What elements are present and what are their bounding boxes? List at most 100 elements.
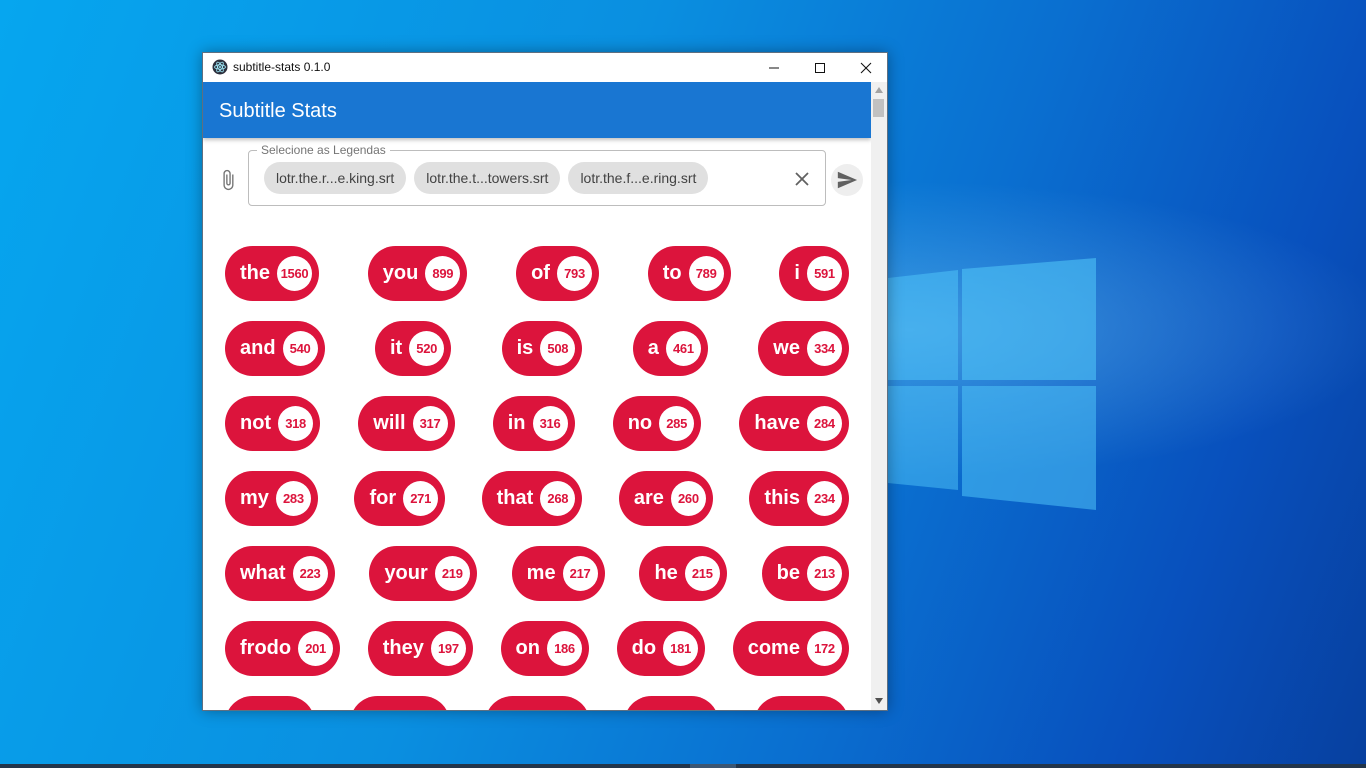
word-label: are [633,487,664,509]
word-count-badge: 285 [659,406,695,441]
word-chip[interactable]: he 215 [639,546,727,601]
word-label: have [754,412,800,434]
title-bar[interactable]: subtitle-stats 0.1.0 [203,53,887,82]
word-label: not [240,412,272,434]
word-chip[interactable]: on 186 [500,621,589,676]
word-chip[interactable]: are 260 [618,471,713,526]
app-window: subtitle-stats 0.1.0 Subtitle Stats Sele… [202,52,888,711]
file-chip[interactable]: lotr.the.t...towers.srt [414,162,561,194]
word-label: in [507,412,526,434]
word-count-badge: 271 [403,481,439,516]
word-count-badge: 284 [806,406,842,441]
word-chip[interactable]: i 591 [779,246,849,301]
word-chip-partial[interactable] [349,696,450,710]
minimize-button[interactable] [751,53,797,82]
word-label: this [764,487,800,509]
minimize-icon [769,67,779,68]
word-chip[interactable]: come 172 [732,621,849,676]
word-chip[interactable]: do 181 [616,621,706,676]
word-count-badge: 223 [292,556,328,591]
word-chip[interactable]: a 461 [632,321,708,376]
scroll-thumb[interactable] [873,99,884,117]
word-chip[interactable]: is 508 [501,321,583,376]
word-chip[interactable]: that 268 [481,471,583,526]
word-label: no [627,412,653,434]
taskbar [0,764,1366,768]
word-chip[interactable]: me 217 [511,546,605,601]
maximize-icon [815,62,825,73]
word-count-badge: 197 [430,631,466,666]
close-icon [860,62,872,73]
word-count-badge: 215 [684,556,720,591]
word-chip[interactable]: for 271 [354,471,446,526]
word-chip-partial[interactable] [484,696,590,710]
electron-icon [212,59,228,75]
clear-files-button[interactable] [791,168,813,190]
subtitle-file-input[interactable]: Selecione as Legendas lotr.the.r...e.kin… [248,143,826,206]
word-label: me [526,562,556,584]
word-count-badge: 1560 [277,256,312,291]
paperclip-icon[interactable] [217,168,239,192]
file-chip[interactable]: lotr.the.r...e.king.srt [264,162,407,194]
word-label: it [389,337,403,359]
file-input-label: Selecione as Legendas [257,143,390,157]
maximize-button[interactable] [797,53,843,82]
word-label: he [654,562,678,584]
word-chip[interactable]: and 540 [225,321,325,376]
file-chip-list: lotr.the.r...e.king.srt lotr.the.t...tow… [264,162,709,194]
word-chip[interactable]: your 219 [369,546,477,601]
word-chip[interactable]: this 234 [749,471,849,526]
word-row: not 318 will 317 in 316 no 285 have 284 [225,396,849,451]
word-chip[interactable]: will 317 [358,396,455,451]
word-count-badge: 283 [275,481,311,516]
word-label: come [747,637,800,659]
scroll-up-button[interactable] [871,84,887,96]
word-count-badge: 508 [540,331,576,366]
word-chip[interactable]: my 283 [225,471,318,526]
word-row: my 283 for 271 that 268 are 260 this 234 [225,471,849,526]
word-chip[interactable]: be 213 [761,546,849,601]
word-label: on [515,637,540,659]
word-chip[interactable]: no 285 [612,396,702,451]
word-row: frodo 201 they 197 on 186 do 181 come 172 [225,621,849,676]
word-count-badge: 201 [298,631,334,666]
word-chip[interactable]: it 520 [374,321,452,376]
word-count-badge: 520 [409,331,445,366]
app-bar: Subtitle Stats [203,82,871,138]
word-count-badge: 793 [556,256,592,291]
taskbar-item[interactable] [690,764,736,768]
word-row: and 540 it 520 is 508 a 461 we 334 [225,321,849,376]
word-label: of [531,262,550,284]
word-chip-partial[interactable] [225,696,315,710]
word-label: and [240,337,276,359]
word-row: the 1560 you 899 of 793 to 789 i 591 [225,246,849,301]
word-chip[interactable]: frodo 201 [225,621,341,676]
word-label: you [382,262,419,284]
close-button[interactable] [843,53,887,82]
word-chip[interactable]: of 793 [516,246,599,301]
scroll-down-button[interactable] [871,694,887,708]
word-chip[interactable]: we 334 [758,321,849,376]
word-chip[interactable]: not 318 [225,396,321,451]
word-count-badge: 268 [540,481,576,516]
app-content: Subtitle Stats Selecione as Legendas lot… [203,82,871,710]
word-chip[interactable]: have 284 [739,396,849,451]
word-count-badge: 318 [278,406,314,441]
word-label: be [776,562,800,584]
word-chip[interactable]: what 223 [225,546,335,601]
word-label: they [382,637,424,659]
word-count-badge: 234 [806,481,842,516]
word-chip[interactable]: they 197 [367,621,473,676]
word-chip[interactable]: you 899 [367,246,468,301]
word-chip-partial[interactable] [624,696,720,710]
word-chip-partial[interactable] [754,696,849,710]
word-chip[interactable]: in 316 [492,396,575,451]
vertical-scrollbar[interactable] [871,82,887,710]
word-count-badge: 461 [665,331,701,366]
word-count-badge: 899 [425,256,461,291]
word-label: my [240,487,269,509]
file-chip[interactable]: lotr.the.f...e.ring.srt [568,162,709,194]
send-button[interactable] [831,164,863,196]
word-chip[interactable]: to 789 [647,246,731,301]
word-chip[interactable]: the 1560 [225,246,319,301]
